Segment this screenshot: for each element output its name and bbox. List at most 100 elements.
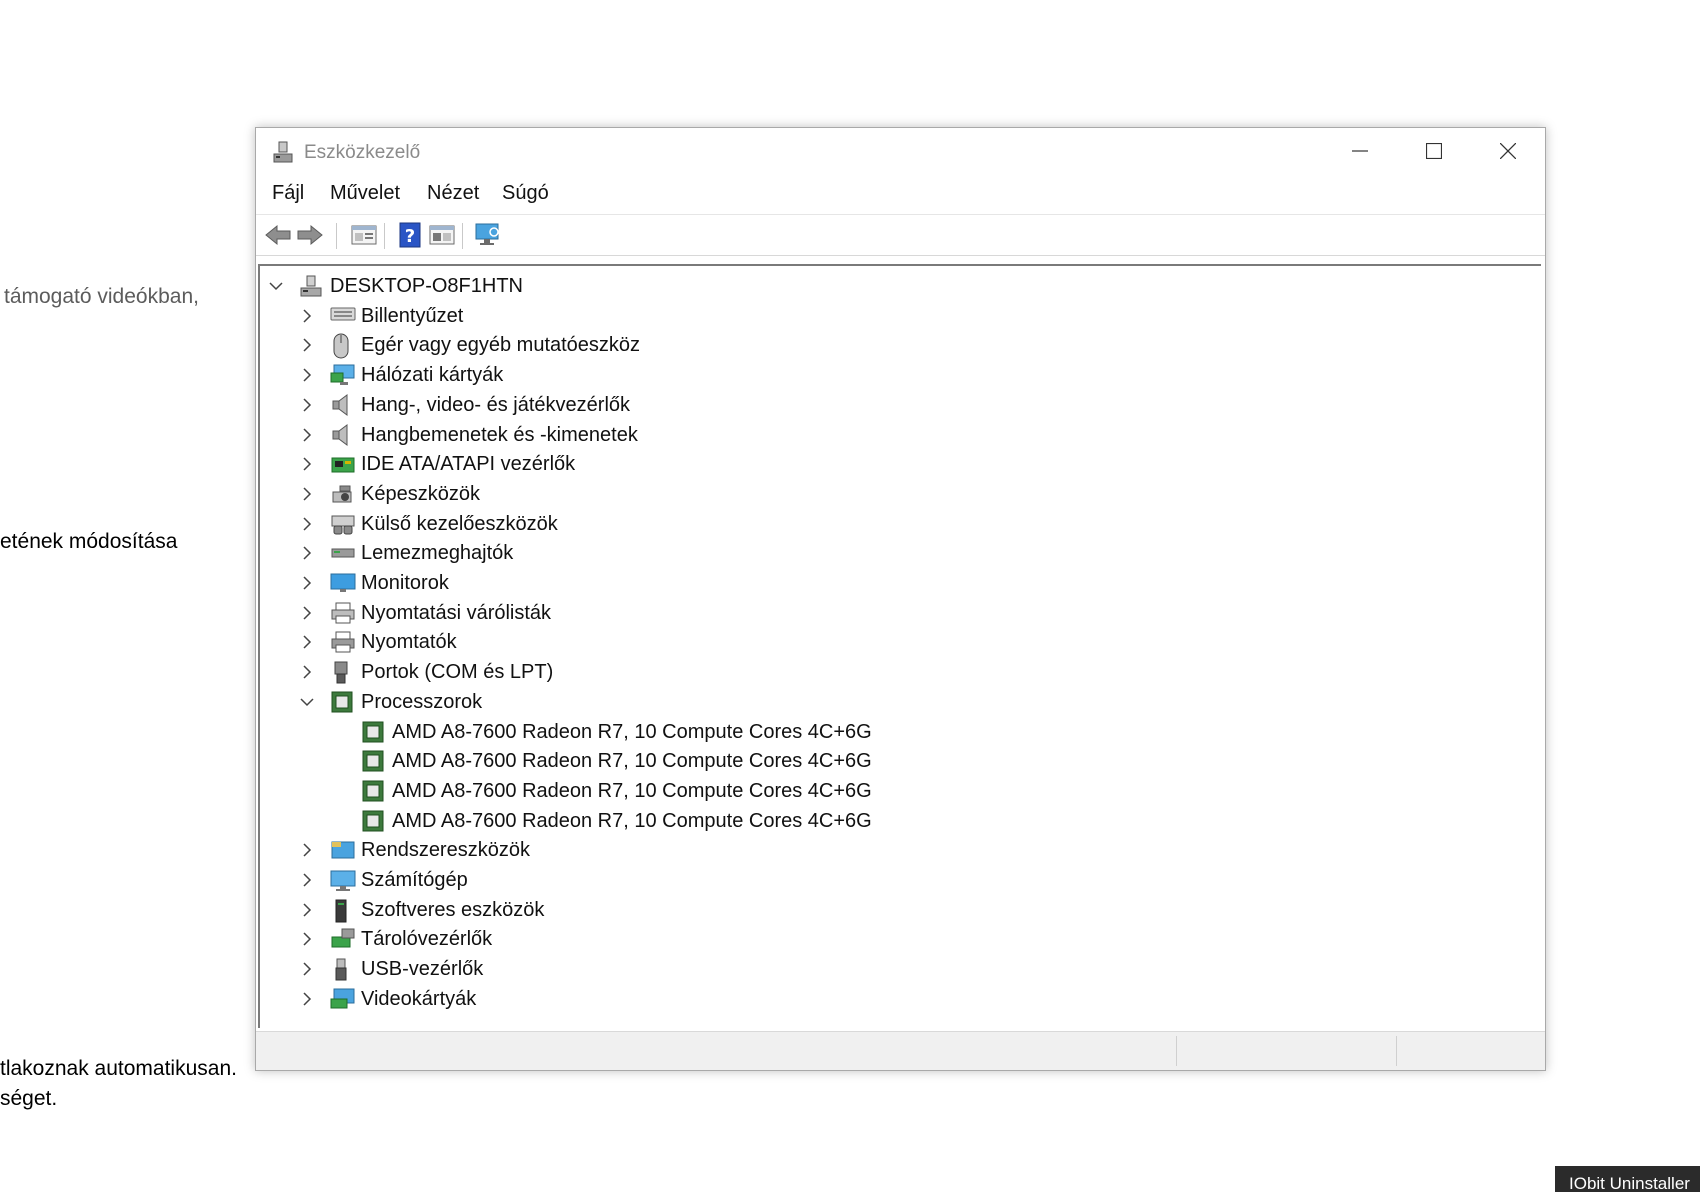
computer-root-icon (299, 274, 325, 298)
menu-bar: Fájl Művelet Nézet Súgó (256, 176, 1545, 212)
tree-item[interactable]: Lemezmeghajtók (260, 539, 1541, 567)
scan-hardware-icon[interactable] (474, 221, 502, 249)
chevron-right-icon[interactable] (299, 308, 315, 324)
tree-item-label: Videokártyák (361, 987, 477, 1010)
tree-item[interactable]: IDE ATA/ATAPI vezérlők (260, 450, 1541, 478)
status-bar (256, 1031, 1545, 1070)
menu-help[interactable]: Súgó (502, 182, 549, 205)
background-text: támogató videókban, (4, 285, 199, 308)
chevron-right-icon[interactable] (299, 516, 315, 532)
help-icon[interactable]: ? (396, 221, 424, 249)
tree-item[interactable]: Külső kezelőeszközök (260, 510, 1541, 538)
chevron-right-icon[interactable] (299, 931, 315, 947)
tree-item-processor[interactable]: AMD A8-7600 Radeon R7, 10 Compute Cores … (260, 718, 1541, 746)
processor-icon (361, 749, 387, 773)
menu-view[interactable]: Nézet (427, 182, 479, 205)
toolbar: ? (256, 214, 1545, 256)
chevron-down-icon[interactable] (268, 278, 284, 294)
chevron-right-icon[interactable] (299, 842, 315, 858)
speaker-icon (330, 423, 356, 447)
chevron-down-icon[interactable] (299, 694, 315, 710)
tree-item[interactable]: Képeszközök (260, 480, 1541, 508)
speaker-icon (330, 393, 356, 417)
close-button[interactable] (1471, 128, 1545, 174)
tree-item-label: DESKTOP-O8F1HTN (330, 275, 523, 297)
system-devices-icon (330, 838, 356, 862)
printer-queue-icon (330, 601, 356, 625)
title-bar[interactable]: Eszközkezelő (256, 128, 1545, 174)
tree-item[interactable]: Tárolóvezérlők (260, 925, 1541, 953)
mouse-icon (330, 333, 356, 359)
printer-icon (330, 630, 356, 654)
tree-item-label: AMD A8-7600 Radeon R7, 10 Compute Cores … (392, 750, 872, 773)
tree-item-label: Lemezmeghajtók (361, 542, 514, 565)
tree-item-label: Hangbemenetek és -kimenetek (361, 423, 638, 446)
tree-item-label: Hálózati kártyák (361, 364, 504, 387)
processor-icon (361, 779, 387, 803)
tree-item-label: Tárolóvezérlők (361, 928, 493, 951)
tree-item[interactable]: Rendszereszközök (260, 836, 1541, 864)
chevron-right-icon[interactable] (299, 486, 315, 502)
tree-item[interactable]: Billentyűzet (260, 302, 1541, 330)
chevron-right-icon[interactable] (299, 634, 315, 650)
keyboard-icon (330, 304, 356, 328)
tree-item[interactable]: Nyomtatók (260, 628, 1541, 656)
tree-item[interactable]: Portok (COM és LPT) (260, 658, 1541, 686)
computer-icon (330, 868, 356, 892)
chevron-right-icon[interactable] (299, 902, 315, 918)
window-title: Eszközkezelő (304, 142, 421, 163)
minimize-button[interactable] (1323, 128, 1397, 174)
tree-item[interactable]: USB-vezérlők (260, 955, 1541, 983)
tree-item-label: Szoftveres eszközök (361, 898, 545, 921)
processor-icon (330, 690, 356, 714)
chevron-right-icon[interactable] (299, 545, 315, 561)
tree-item-label: AMD A8-7600 Radeon R7, 10 Compute Cores … (392, 779, 872, 802)
port-icon (330, 660, 356, 684)
tree-item-label: Monitorok (361, 572, 449, 594)
chevron-right-icon[interactable] (299, 427, 315, 443)
tree-root[interactable]: DESKTOP-O8F1HTN (260, 272, 1541, 300)
update-driver-button[interactable] (428, 221, 456, 249)
properties-button[interactable] (350, 221, 378, 249)
chevron-right-icon[interactable] (299, 664, 315, 680)
network-adapter-icon (330, 363, 356, 387)
chevron-right-icon[interactable] (299, 605, 315, 621)
tree-item-processor[interactable]: AMD A8-7600 Radeon R7, 10 Compute Cores … (260, 777, 1541, 805)
device-tree[interactable]: DESKTOP-O8F1HTN Billentyűzet Egér vagy egy… (258, 264, 1541, 1028)
back-button[interactable] (264, 221, 292, 249)
processor-icon (361, 809, 387, 833)
menu-action[interactable]: Művelet (330, 182, 400, 205)
tree-item-label: Nyomtatók (361, 631, 457, 654)
chevron-right-icon[interactable] (299, 575, 315, 591)
hid-icon (330, 512, 356, 536)
tree-item[interactable]: Hangbemenetek és -kimenetek (260, 421, 1541, 449)
tree-item[interactable]: Hálózati kártyák (260, 361, 1541, 389)
tree-item[interactable]: Nyomtatási várólisták (260, 599, 1541, 627)
tree-item-label: Portok (COM és LPT) (361, 661, 554, 684)
maximize-button[interactable] (1397, 128, 1471, 174)
tree-item[interactable]: Monitorok (260, 569, 1541, 597)
forward-button[interactable] (296, 221, 324, 249)
tree-item-processor[interactable]: AMD A8-7600 Radeon R7, 10 Compute Cores … (260, 807, 1541, 835)
background-text: etének módosítása (0, 530, 178, 553)
tree-item[interactable]: Videokártyák (260, 985, 1541, 1013)
storage-controller-icon (330, 927, 356, 951)
tree-item[interactable]: Számítógép (260, 866, 1541, 894)
tree-item[interactable]: Szoftveres eszközök (260, 896, 1541, 924)
tree-item-label: Billentyűzet (361, 304, 464, 327)
chevron-right-icon[interactable] (299, 397, 315, 413)
chevron-right-icon[interactable] (299, 337, 315, 353)
tree-item[interactable]: Hang-, video- és játékvezérlők (260, 391, 1541, 419)
menu-file[interactable]: Fájl (272, 182, 304, 205)
chevron-right-icon[interactable] (299, 961, 315, 977)
tree-item-processor[interactable]: AMD A8-7600 Radeon R7, 10 Compute Cores … (260, 747, 1541, 775)
ide-controller-icon (330, 452, 356, 476)
chevron-right-icon[interactable] (299, 456, 315, 472)
tree-item[interactable]: Processzorok (260, 688, 1541, 716)
chevron-right-icon[interactable] (299, 367, 315, 383)
chevron-right-icon[interactable] (299, 872, 315, 888)
tree-item[interactable]: Egér vagy egyéb mutatóeszköz (260, 331, 1541, 359)
svg-text:?: ? (405, 226, 415, 247)
chevron-right-icon[interactable] (299, 991, 315, 1007)
tree-item-label: IDE ATA/ATAPI vezérlők (361, 453, 576, 476)
